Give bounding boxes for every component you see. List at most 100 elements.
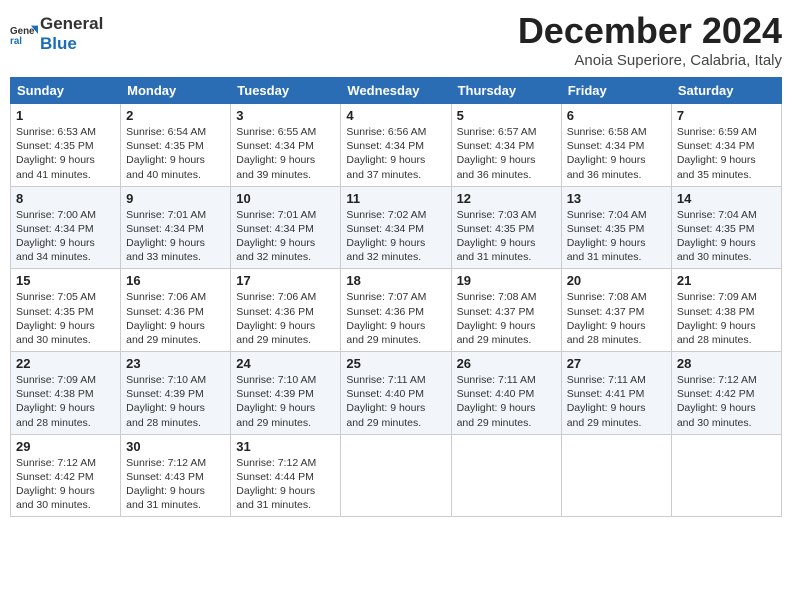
day-number: 18 <box>346 273 445 288</box>
day-number: 31 <box>236 439 335 454</box>
day-number: 7 <box>677 108 776 123</box>
calendar-day-cell <box>451 434 561 517</box>
day-number: 12 <box>457 191 556 206</box>
day-number: 2 <box>126 108 225 123</box>
calendar-day-cell: 28 Sunrise: 7:12 AMSunset: 4:42 PMDayligh… <box>671 352 781 435</box>
calendar-day-cell: 15Sunrise: 7:05 AMSunset: 4:35 PMDayligh… <box>11 269 121 352</box>
day-info: Sunrise: 7:12 AMSunset: 4:43 PMDaylight:… <box>126 456 225 513</box>
day-number: 26 <box>457 356 556 371</box>
day-info: Sunrise: 7:08 AMSunset: 4:37 PMDaylight:… <box>567 290 666 347</box>
weekday-header-saturday: Saturday <box>671 78 781 104</box>
day-info: Sunrise: 7:02 AMSunset: 4:34 PMDaylight:… <box>346 208 445 265</box>
calendar-day-cell: 10Sunrise: 7:01 AMSunset: 4:34 PMDayligh… <box>231 186 341 269</box>
calendar-day-cell: 12 Sunrise: 7:03 AMSunset: 4:35 PMDayligh… <box>451 186 561 269</box>
calendar-day-cell: 19 Sunrise: 7:08 AMSunset: 4:37 PMDayligh… <box>451 269 561 352</box>
logo-blue: Blue <box>40 34 103 54</box>
day-info: Sunrise: 7:06 AMSunset: 4:36 PMDaylight:… <box>236 290 335 347</box>
day-info: Sunrise: 7:01 AMSunset: 4:34 PMDaylight:… <box>126 208 225 265</box>
calendar-day-cell: 24Sunrise: 7:10 AMSunset: 4:39 PMDayligh… <box>231 352 341 435</box>
month-title: December 2024 <box>518 10 782 52</box>
weekday-header-thursday: Thursday <box>451 78 561 104</box>
calendar-week-row: 1Sunrise: 6:53 AMSunset: 4:35 PMDaylight… <box>11 104 782 187</box>
title-area: December 2024 Anoia Superiore, Calabria,… <box>518 10 782 69</box>
logo: Gene ral Gene ral Blue <box>10 14 103 53</box>
day-info: Sunrise: 7:11 AMSunset: 4:40 PMDaylight:… <box>346 373 445 430</box>
day-info: Sunrise: 7:03 AMSunset: 4:35 PMDaylight:… <box>457 208 556 265</box>
calendar-day-cell: 22Sunrise: 7:09 AMSunset: 4:38 PMDayligh… <box>11 352 121 435</box>
calendar-week-row: 22Sunrise: 7:09 AMSunset: 4:38 PMDayligh… <box>11 352 782 435</box>
calendar-day-cell: 6Sunrise: 6:58 AMSunset: 4:34 PMDaylight… <box>561 104 671 187</box>
calendar-day-cell: 27 Sunrise: 7:11 AMSunset: 4:41 PMDayligh… <box>561 352 671 435</box>
day-info: Sunrise: 6:55 AMSunset: 4:34 PMDaylight:… <box>236 125 335 182</box>
calendar-day-cell: 5 Sunrise: 6:57 AMSunset: 4:34 PMDaylight… <box>451 104 561 187</box>
day-info: Sunrise: 7:11 AMSunset: 4:40 PMDaylight:… <box>457 373 556 430</box>
day-info: Sunrise: 7:08 AMSunset: 4:37 PMDaylight:… <box>457 290 556 347</box>
calendar-day-cell: 8Sunrise: 7:00 AMSunset: 4:34 PMDaylight… <box>11 186 121 269</box>
weekday-header-friday: Friday <box>561 78 671 104</box>
day-info: Sunrise: 7:11 AMSunset: 4:41 PMDaylight:… <box>567 373 666 430</box>
day-info: Sunrise: 6:56 AMSunset: 4:34 PMDaylight:… <box>346 125 445 182</box>
calendar-day-cell: 18 Sunrise: 7:07 AMSunset: 4:36 PMDayligh… <box>341 269 451 352</box>
day-number: 27 <box>567 356 666 371</box>
day-number: 24 <box>236 356 335 371</box>
calendar-day-cell: 4 Sunrise: 6:56 AMSunset: 4:34 PMDaylight… <box>341 104 451 187</box>
calendar-day-cell: 14Sunrise: 7:04 AMSunset: 4:35 PMDayligh… <box>671 186 781 269</box>
calendar-day-cell <box>561 434 671 517</box>
day-number: 16 <box>126 273 225 288</box>
calendar-day-cell <box>341 434 451 517</box>
calendar-day-cell: 21Sunrise: 7:09 AMSunset: 4:38 PMDayligh… <box>671 269 781 352</box>
calendar-day-cell: 7Sunrise: 6:59 AMSunset: 4:34 PMDaylight… <box>671 104 781 187</box>
day-info: Sunrise: 7:06 AMSunset: 4:36 PMDaylight:… <box>126 290 225 347</box>
calendar-week-row: 29 Sunrise: 7:12 AMSunset: 4:42 PMDayligh… <box>11 434 782 517</box>
calendar-day-cell: 23 Sunrise: 7:10 AMSunset: 4:39 PMDayligh… <box>121 352 231 435</box>
calendar-day-cell: 26 Sunrise: 7:11 AMSunset: 4:40 PMDayligh… <box>451 352 561 435</box>
weekday-header-wednesday: Wednesday <box>341 78 451 104</box>
calendar-day-cell: 29 Sunrise: 7:12 AMSunset: 4:42 PMDayligh… <box>11 434 121 517</box>
logo-icon: Gene ral <box>10 20 38 48</box>
day-info: Sunrise: 7:07 AMSunset: 4:36 PMDaylight:… <box>346 290 445 347</box>
day-info: Sunrise: 7:12 AMSunset: 4:44 PMDaylight:… <box>236 456 335 513</box>
day-number: 20 <box>567 273 666 288</box>
day-info: Sunrise: 7:00 AMSunset: 4:34 PMDaylight:… <box>16 208 115 265</box>
calendar-week-row: 15Sunrise: 7:05 AMSunset: 4:35 PMDayligh… <box>11 269 782 352</box>
day-number: 11 <box>346 191 445 206</box>
svg-text:ral: ral <box>10 35 22 46</box>
location-subtitle: Anoia Superiore, Calabria, Italy <box>518 52 782 69</box>
day-info: Sunrise: 7:01 AMSunset: 4:34 PMDaylight:… <box>236 208 335 265</box>
day-info: Sunrise: 6:57 AMSunset: 4:34 PMDaylight:… <box>457 125 556 182</box>
calendar-day-cell: 1Sunrise: 6:53 AMSunset: 4:35 PMDaylight… <box>11 104 121 187</box>
day-number: 9 <box>126 191 225 206</box>
calendar-day-cell: 13Sunrise: 7:04 AMSunset: 4:35 PMDayligh… <box>561 186 671 269</box>
day-number: 29 <box>16 439 115 454</box>
day-number: 25 <box>346 356 445 371</box>
day-number: 17 <box>236 273 335 288</box>
weekday-header-sunday: Sunday <box>11 78 121 104</box>
day-number: 30 <box>126 439 225 454</box>
calendar-day-cell: 31 Sunrise: 7:12 AMSunset: 4:44 PMDayligh… <box>231 434 341 517</box>
calendar-day-cell <box>671 434 781 517</box>
calendar-day-cell: 30 Sunrise: 7:12 AMSunset: 4:43 PMDayligh… <box>121 434 231 517</box>
day-info: Sunrise: 6:53 AMSunset: 4:35 PMDaylight:… <box>16 125 115 182</box>
weekday-header-monday: Monday <box>121 78 231 104</box>
day-number: 22 <box>16 356 115 371</box>
calendar-day-cell: 11 Sunrise: 7:02 AMSunset: 4:34 PMDayligh… <box>341 186 451 269</box>
day-number: 23 <box>126 356 225 371</box>
page-header: Gene ral Gene ral Blue December 2024 Anoi… <box>10 10 782 69</box>
weekday-header-row: SundayMondayTuesdayWednesdayThursdayFrid… <box>11 78 782 104</box>
logo-general: Gene <box>40 14 83 33</box>
calendar-day-cell: 25 Sunrise: 7:11 AMSunset: 4:40 PMDayligh… <box>341 352 451 435</box>
calendar-day-cell: 2Sunrise: 6:54 AMSunset: 4:35 PMDaylight… <box>121 104 231 187</box>
day-info: Sunrise: 7:12 AMSunset: 4:42 PMDaylight:… <box>16 456 115 513</box>
day-number: 19 <box>457 273 556 288</box>
calendar-week-row: 8Sunrise: 7:00 AMSunset: 4:34 PMDaylight… <box>11 186 782 269</box>
day-info: Sunrise: 7:09 AMSunset: 4:38 PMDaylight:… <box>677 290 776 347</box>
day-number: 4 <box>346 108 445 123</box>
day-number: 5 <box>457 108 556 123</box>
day-info: Sunrise: 7:12 AMSunset: 4:42 PMDaylight:… <box>677 373 776 430</box>
day-number: 28 <box>677 356 776 371</box>
day-number: 3 <box>236 108 335 123</box>
day-info: Sunrise: 7:04 AMSunset: 4:35 PMDaylight:… <box>677 208 776 265</box>
day-info: Sunrise: 7:10 AMSunset: 4:39 PMDaylight:… <box>126 373 225 430</box>
day-number: 13 <box>567 191 666 206</box>
day-number: 15 <box>16 273 115 288</box>
